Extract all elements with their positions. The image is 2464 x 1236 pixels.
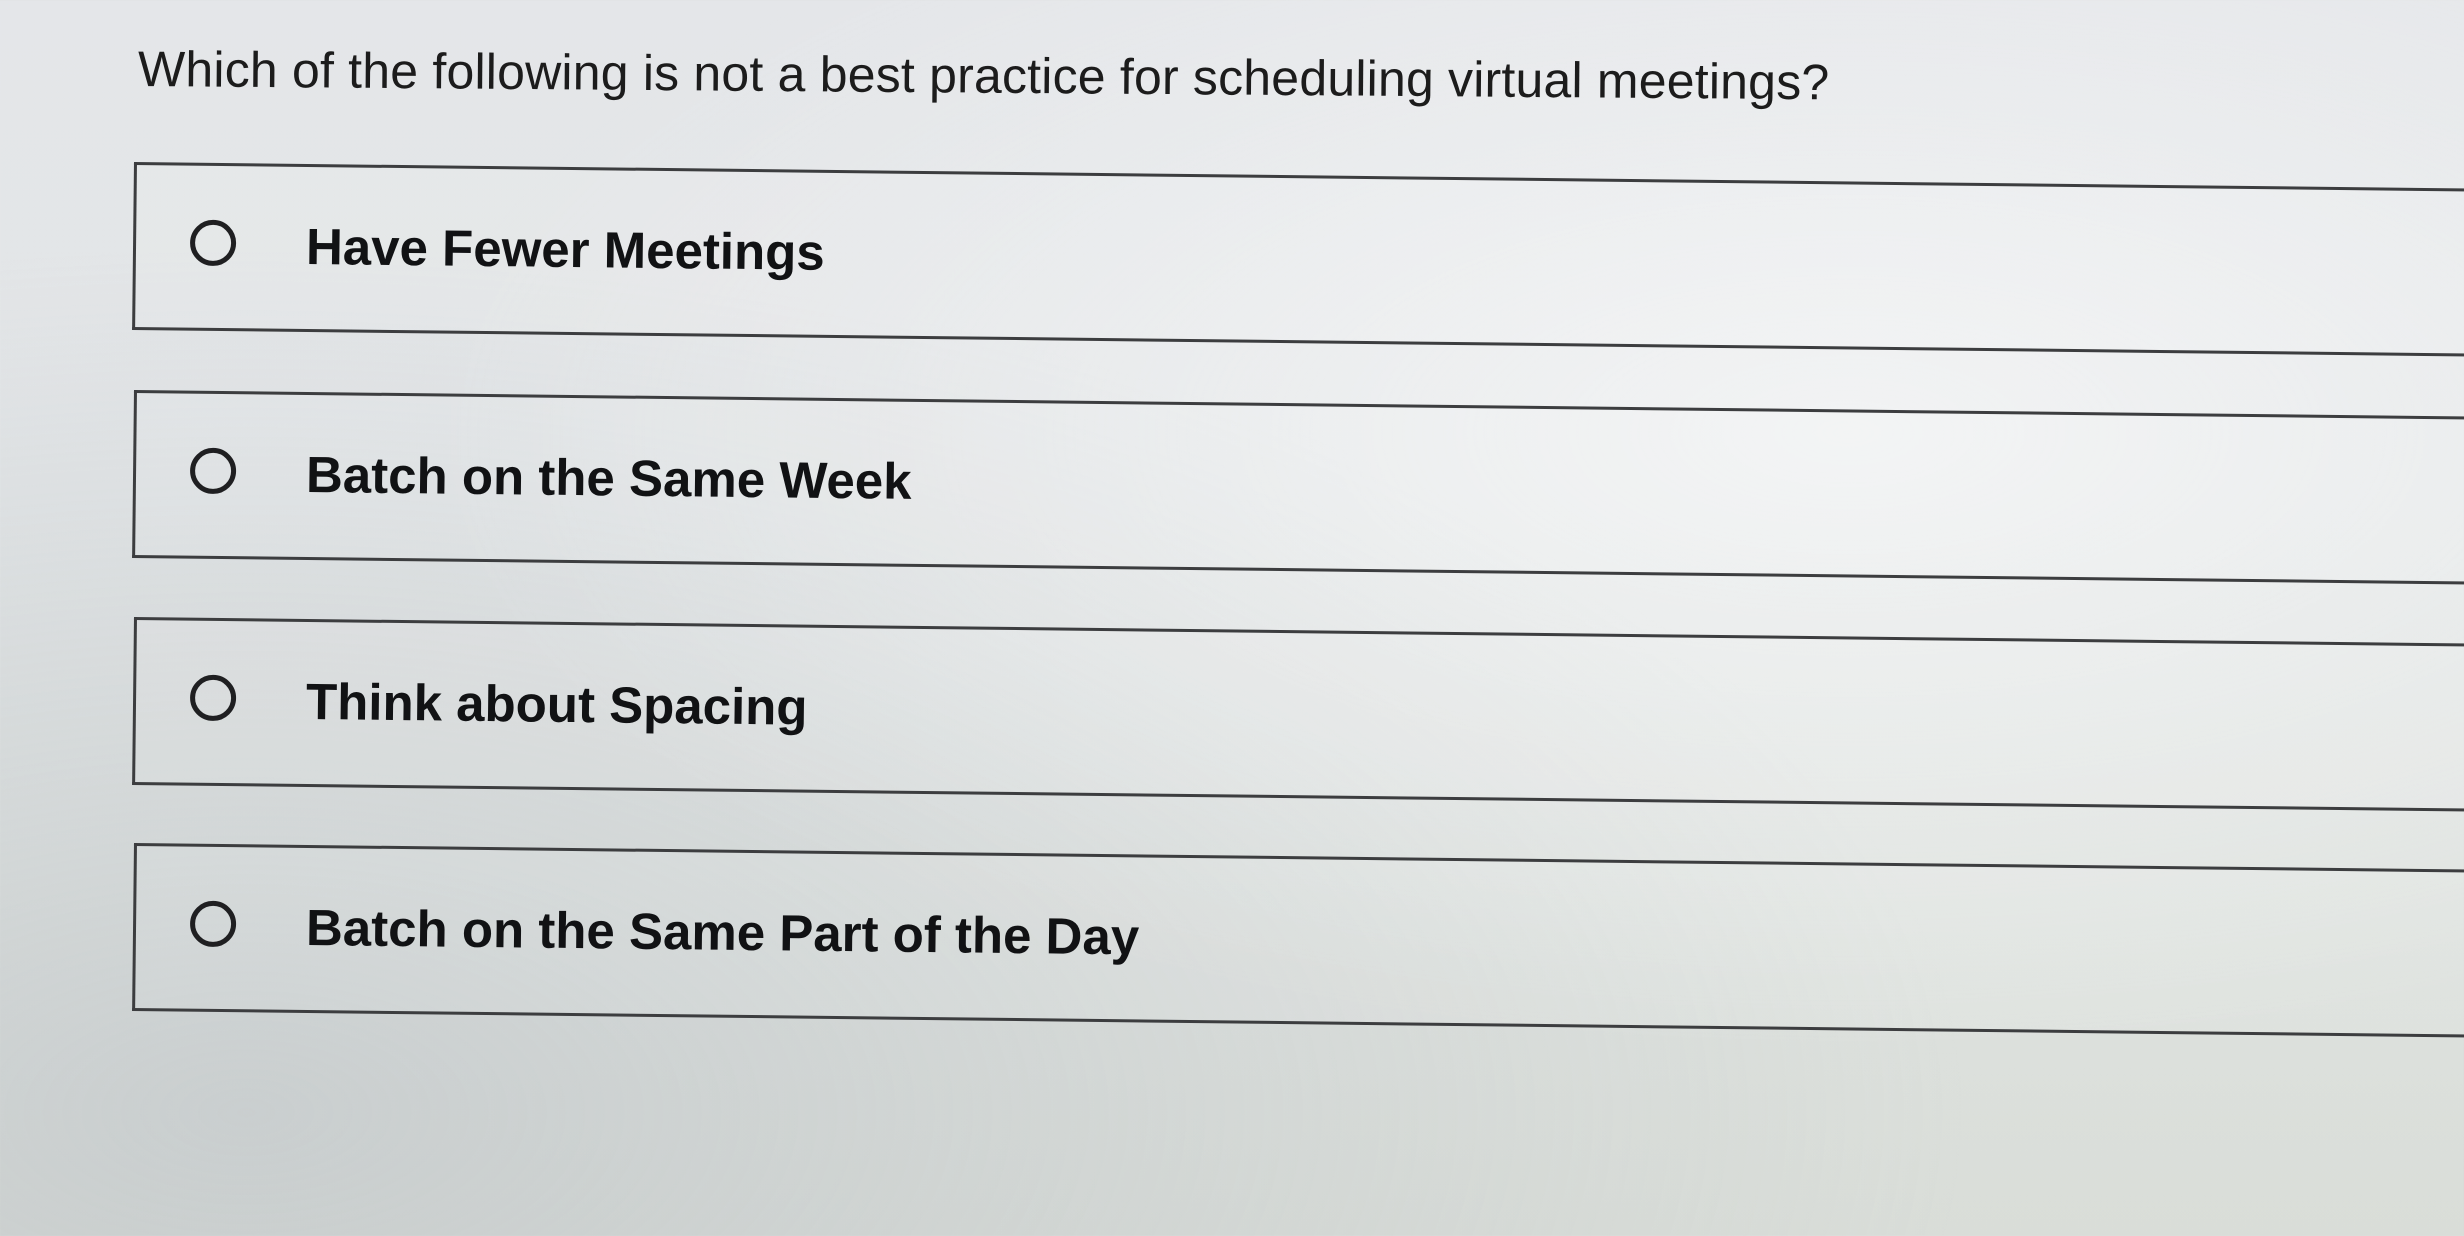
answer-option-1[interactable]: Have Fewer Meetings [132, 162, 2464, 357]
answer-option-4[interactable]: Batch on the Same Part of the Day [132, 843, 2464, 1038]
answer-option-3[interactable]: Think about Spacing [132, 617, 2464, 812]
radio-button-4[interactable] [189, 900, 237, 948]
radio-button-1[interactable] [189, 219, 237, 267]
question-text: Which of the following is not a best pra… [137, 41, 1830, 111]
answer-option-2-label: Batch on the Same Week [305, 445, 912, 510]
radio-button-3[interactable] [189, 674, 237, 722]
answer-option-2[interactable]: Batch on the Same Week [132, 390, 2464, 585]
answer-option-3-label: Think about Spacing [305, 672, 808, 736]
radio-button-2[interactable] [189, 447, 237, 495]
answer-option-1-label: Have Fewer Meetings [305, 217, 826, 281]
answer-option-4-label: Batch on the Same Part of the Day [305, 898, 1140, 966]
